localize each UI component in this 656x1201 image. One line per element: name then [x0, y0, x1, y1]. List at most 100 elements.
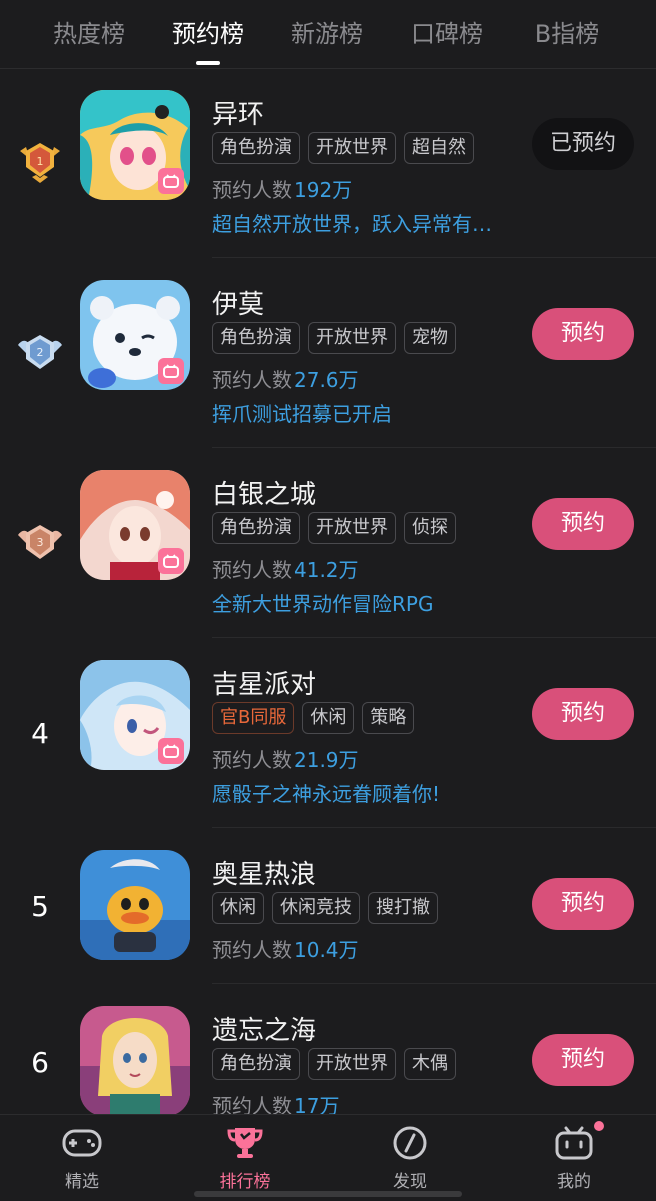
game-description[interactable]: 超自然开放世界，跃入异常有… [212, 208, 492, 237]
tag[interactable]: 搜打撤 [368, 892, 438, 924]
nav-featured[interactable]: 精选 [22, 1123, 142, 1192]
game-name[interactable]: 吉星派对 [212, 664, 316, 701]
game-name[interactable]: 异环 [212, 94, 264, 131]
reserve-button[interactable]: 预约 [532, 1034, 634, 1086]
rank-number: 4 [31, 716, 49, 750]
game-icon-yihuan[interactable] [80, 90, 190, 200]
rank-indicator: 5 [10, 828, 70, 984]
game-description[interactable]: 全新大世界动作冒险RPG [212, 588, 433, 617]
tag[interactable]: 侦探 [404, 512, 456, 544]
reservation-count: 41.2万 [294, 558, 359, 582]
game-icon-baiyin[interactable] [80, 470, 190, 580]
game-icon-yiwang[interactable] [80, 1006, 190, 1114]
tab-hot[interactable]: 热度榜 [24, 14, 154, 49]
nav-label: 发现 [393, 1172, 427, 1192]
tag[interactable]: 角色扮演 [212, 1048, 300, 1080]
game-name[interactable]: 奥星热浪 [212, 854, 316, 891]
tag[interactable]: 开放世界 [308, 1048, 396, 1080]
tag[interactable]: 休闲 [212, 892, 264, 924]
tag[interactable]: 角色扮演 [212, 512, 300, 544]
rank-indicator: 6 [10, 984, 70, 1114]
reservation-stats: 预约人数 10.4万 [212, 934, 359, 963]
game-icon-aoxing[interactable] [80, 850, 190, 960]
tab-reputation[interactable]: 口碑榜 [382, 14, 512, 49]
list-item[interactable]: 2 伊莫 角色扮演 开放世界 宠物 预约人数 27.6万 挥爪测试招募已开启 预… [0, 258, 656, 448]
tag[interactable]: 木偶 [404, 1048, 456, 1080]
stat-label: 预约人数 [212, 748, 292, 772]
nav-discover[interactable]: 发现 [350, 1123, 470, 1192]
game-description[interactable]: 愿骰子之神永远眷顾着你! [212, 778, 440, 807]
reservation-count: 27.6万 [294, 368, 359, 392]
list-item[interactable]: 3 白银之城 角色扮演 开放世界 侦探 预约人数 41.2万 全新大世界动作冒险… [0, 448, 656, 638]
tag[interactable]: 角色扮演 [212, 322, 300, 354]
tag-list: 休闲 休闲竞技 搜打撤 [212, 892, 438, 924]
nav-ranking[interactable]: 排行榜 [185, 1123, 305, 1192]
bottom-nav: 精选 排行榜 发现 我的 [0, 1114, 656, 1201]
compass-icon [350, 1123, 470, 1163]
tab-new-games[interactable]: 新游榜 [262, 14, 392, 49]
gamepad-icon [22, 1123, 142, 1163]
official-server-tag[interactable]: 官B同服 [212, 702, 295, 734]
rank-indicator: 4 [10, 638, 70, 828]
list-item[interactable]: 4 吉星派对 官B同服 休闲 策略 预约人数 21.9万 愿骰子之神永远眷顾着你… [0, 638, 656, 828]
stat-label: 预约人数 [212, 178, 292, 202]
active-tab-indicator [196, 61, 220, 65]
reservation-stats: 预约人数 41.2万 [212, 554, 359, 583]
stat-label: 预约人数 [212, 368, 292, 392]
nav-label: 精选 [65, 1172, 99, 1192]
tag-list: 角色扮演 开放世界 宠物 [212, 322, 456, 354]
reservation-count: 17万 [294, 1094, 340, 1114]
list-item[interactable]: 6 遗忘之海 角色扮演 开放世界 木偶 预约人数 17万 预约 [0, 984, 656, 1114]
reserve-button[interactable]: 预约 [532, 688, 634, 740]
notification-dot [594, 1121, 604, 1131]
rank-indicator: 2 [10, 258, 70, 448]
reservation-stats: 预约人数 17万 [212, 1090, 339, 1114]
reserve-button[interactable]: 预约 [532, 498, 634, 550]
game-description[interactable]: 挥爪测试招募已开启 [212, 398, 392, 427]
svg-text:2: 2 [37, 346, 44, 359]
reservation-count: 21.9万 [294, 748, 359, 772]
bronze-medal-icon: 3 [18, 525, 62, 559]
reservation-stats: 预约人数 21.9万 [212, 744, 359, 773]
stat-label: 预约人数 [212, 938, 292, 962]
nav-label: 我的 [557, 1172, 591, 1192]
list-item[interactable]: 1 异环 角色扮演 开放世界 超自然 预约人数 192万 超自然开放世界，跃入异… [0, 68, 656, 258]
tag[interactable]: 开放世界 [308, 132, 396, 164]
list-item[interactable]: 5 奥星热浪 休闲 休闲竞技 搜打撤 预约人数 10.4万 预约 [0, 828, 656, 984]
svg-text:3: 3 [37, 536, 44, 549]
tag[interactable]: 角色扮演 [212, 132, 300, 164]
tag-list: 角色扮演 开放世界 超自然 [212, 132, 474, 164]
tag-list: 官B同服 休闲 策略 [212, 702, 415, 734]
reservation-stats: 预约人数 192万 [212, 174, 352, 203]
trophy-icon [185, 1123, 305, 1163]
tag[interactable]: 休闲竞技 [272, 892, 360, 924]
game-name[interactable]: 伊莫 [212, 284, 264, 321]
tag[interactable]: 休闲 [302, 702, 355, 734]
ranking-tabs: 热度榜 预约榜 新游榜 口碑榜 B指榜 [0, 0, 656, 69]
game-icon-jixing[interactable] [80, 660, 190, 770]
home-indicator [194, 1191, 462, 1197]
reserve-button[interactable]: 预约 [532, 878, 634, 930]
tag-list: 角色扮演 开放世界 木偶 [212, 1048, 456, 1080]
svg-text:1: 1 [37, 155, 44, 168]
game-name[interactable]: 白银之城 [212, 474, 316, 511]
reserved-button[interactable]: 已预约 [532, 118, 634, 170]
tab-reservation[interactable]: 预约榜 [143, 14, 273, 49]
rank-number: 5 [31, 889, 49, 923]
tag[interactable]: 开放世界 [308, 322, 396, 354]
tag[interactable]: 策略 [362, 702, 415, 734]
tab-b-index[interactable]: B指榜 [502, 14, 632, 49]
bilibili-badge-icon [158, 168, 184, 194]
game-name[interactable]: 遗忘之海 [212, 1010, 316, 1047]
game-art-image [80, 850, 190, 960]
tag[interactable]: 开放世界 [308, 512, 396, 544]
stat-label: 预约人数 [212, 558, 292, 582]
rank-number: 6 [31, 1045, 49, 1079]
tag[interactable]: 超自然 [404, 132, 474, 164]
nav-mine[interactable]: 我的 [514, 1123, 634, 1192]
bilibili-badge-icon [158, 548, 184, 574]
bilibili-badge-icon [158, 358, 184, 384]
game-icon-yimo[interactable] [80, 280, 190, 390]
reserve-button[interactable]: 预约 [532, 308, 634, 360]
tag[interactable]: 宠物 [404, 322, 456, 354]
